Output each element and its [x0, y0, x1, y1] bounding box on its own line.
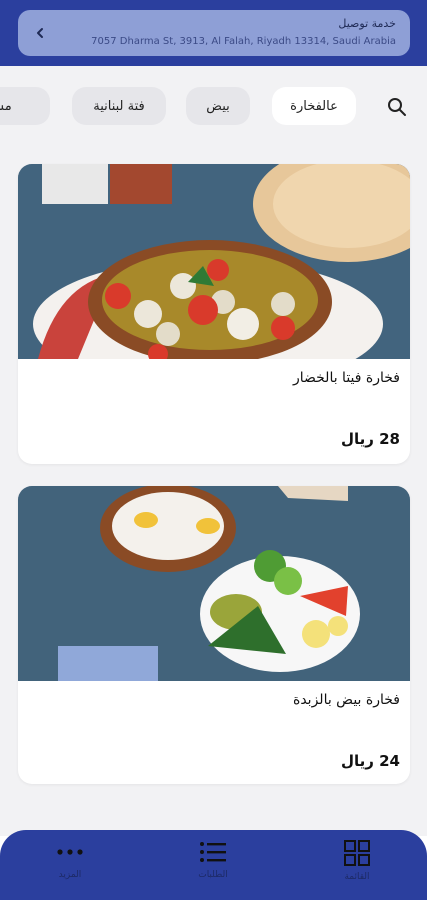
nav-label-orders: الطلبات: [198, 870, 228, 880]
category-chip-alfakhara[interactable]: عالفخارة: [272, 87, 356, 125]
chevron-left-icon[interactable]: [28, 21, 52, 45]
product-image-eggs-butter: [18, 486, 410, 681]
more-icon: [57, 849, 83, 855]
nav-item-menu[interactable]: القائمة: [317, 840, 397, 896]
product-card[interactable]: فخارة فيتا بالخضار 28 ريال: [18, 164, 410, 464]
bottom-navigation: القائمة الطلبات المزيد: [0, 830, 427, 900]
product-price: 28 ريال: [340, 430, 400, 448]
nav-label-more: المزيد: [58, 870, 82, 880]
product-image-feta-vegetables: [18, 164, 410, 359]
list-icon: [200, 842, 226, 862]
nav-item-orders[interactable]: الطلبات: [173, 840, 253, 896]
nav-item-more[interactable]: المزيد: [30, 840, 110, 896]
product-card[interactable]: فخارة بيض بالزبدة 24 ريال: [18, 486, 410, 784]
delivery-service-title: خدمة توصيل: [338, 17, 396, 30]
category-bar: عالفخارة بيض فتة لبنانية مشر: [0, 66, 427, 146]
category-chip-partial[interactable]: مشر: [0, 87, 50, 125]
nav-label-menu: القائمة: [344, 872, 370, 882]
grid-icon: [344, 840, 370, 866]
category-chip-lebanese-fatteh[interactable]: فتة لبنانية: [72, 87, 166, 125]
product-price: 24 ريال: [340, 752, 400, 770]
delivery-address-card[interactable]: خدمة توصيل 7057 Dharma St, 3913, Al Fala…: [18, 10, 410, 56]
header: خدمة توصيل 7057 Dharma St, 3913, Al Fala…: [0, 0, 427, 66]
category-chip-eggs[interactable]: بيض: [186, 87, 250, 125]
search-icon[interactable]: [384, 94, 410, 120]
delivery-address: 7057 Dharma St, 3913, Al Falah, Riyadh 1…: [91, 36, 396, 47]
product-name: فخارة بيض بالزبدة: [293, 692, 400, 708]
product-name: فخارة فيتا بالخضار: [292, 370, 400, 386]
